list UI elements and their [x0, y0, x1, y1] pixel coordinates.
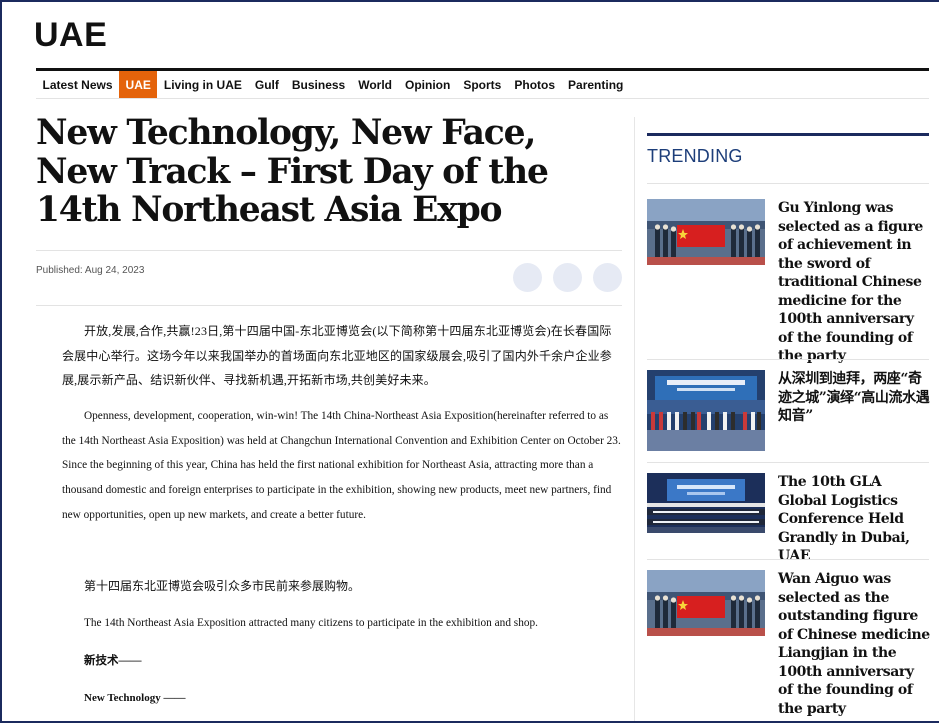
trending-item-title[interactable]: The 10th GLA Global Logistics Conference… [778, 473, 930, 566]
stage-group-icon[interactable] [647, 370, 765, 451]
divider [647, 559, 929, 560]
divider [36, 305, 622, 306]
share-button[interactable] [513, 263, 542, 292]
published-date: Published: Aug 24, 2023 [36, 265, 145, 276]
nav-item-latest-news[interactable]: Latest News [36, 71, 119, 98]
article-paragraph: Openness, development, cooperation, win-… [62, 410, 621, 521]
nav-item-uae[interactable]: UAE [119, 71, 158, 98]
ceremony-flag-icon[interactable] [647, 570, 765, 636]
trending-item-title[interactable]: Gu Yinlong was selected as a figure of a… [778, 199, 930, 366]
divider [36, 250, 622, 251]
article-paragraph: 开放,发展,合作,共赢!23日,第十四届中国-东北亚博览会(以下简称第十四届东北… [62, 324, 612, 388]
article-paragraph: 第十四届东北亚博览会吸引众多市民前来参展购物。 [84, 579, 361, 593]
article-subheading: New Technology —— [84, 692, 186, 704]
divider [647, 359, 929, 360]
ceremony-flag-icon[interactable] [647, 199, 765, 265]
nav-item-parenting[interactable]: Parenting [562, 71, 630, 98]
trending-item-title[interactable]: Wan Aiguo was selected as the outstandin… [778, 570, 930, 718]
conference-hall-icon[interactable] [647, 473, 765, 533]
trending-item-title[interactable]: 从深圳到迪拜，两座“奇迹之城”演绎“高山流水遇知音” [778, 370, 930, 426]
trending-title: TRENDING [647, 146, 743, 166]
page-frame: UAE Latest News UAE Living in UAE Gulf B… [0, 0, 939, 723]
section-title[interactable]: UAE [34, 16, 107, 55]
nav-item-world[interactable]: World [352, 71, 399, 98]
nav-item-sports[interactable]: Sports [457, 71, 508, 98]
article-headline: New Technology, New Face, New Track – Fi… [36, 113, 549, 230]
nav-item-living-in-uae[interactable]: Living in UAE [157, 71, 248, 98]
nav-item-business[interactable]: Business [285, 71, 351, 98]
share-button[interactable] [553, 263, 582, 292]
share-button[interactable] [593, 263, 622, 292]
main-nav: Latest News UAE Living in UAE Gulf Busin… [36, 71, 630, 98]
trending-item[interactable]: 从深圳到迪拜，两座“奇迹之城”演绎“高山流水遇知音” [647, 370, 930, 460]
nav-item-opinion[interactable]: Opinion [399, 71, 457, 98]
divider [647, 462, 929, 463]
trending-item[interactable]: The 10th GLA Global Logistics Conference… [647, 473, 929, 564]
article-subheading: 新技术—— [84, 655, 142, 667]
nav-item-photos[interactable]: Photos [508, 71, 562, 98]
trending-item[interactable]: Wan Aiguo was selected as the outstandin… [647, 570, 930, 720]
divider [647, 183, 929, 184]
trending-item[interactable]: Gu Yinlong was selected as a figure of a… [647, 199, 929, 364]
column-divider [634, 117, 635, 721]
trending-rule [647, 133, 929, 136]
article-paragraph: The 14th Northeast Asia Exposition attra… [84, 617, 538, 629]
nav-item-gulf[interactable]: Gulf [248, 71, 285, 98]
nav-bottom-rule [36, 98, 929, 99]
